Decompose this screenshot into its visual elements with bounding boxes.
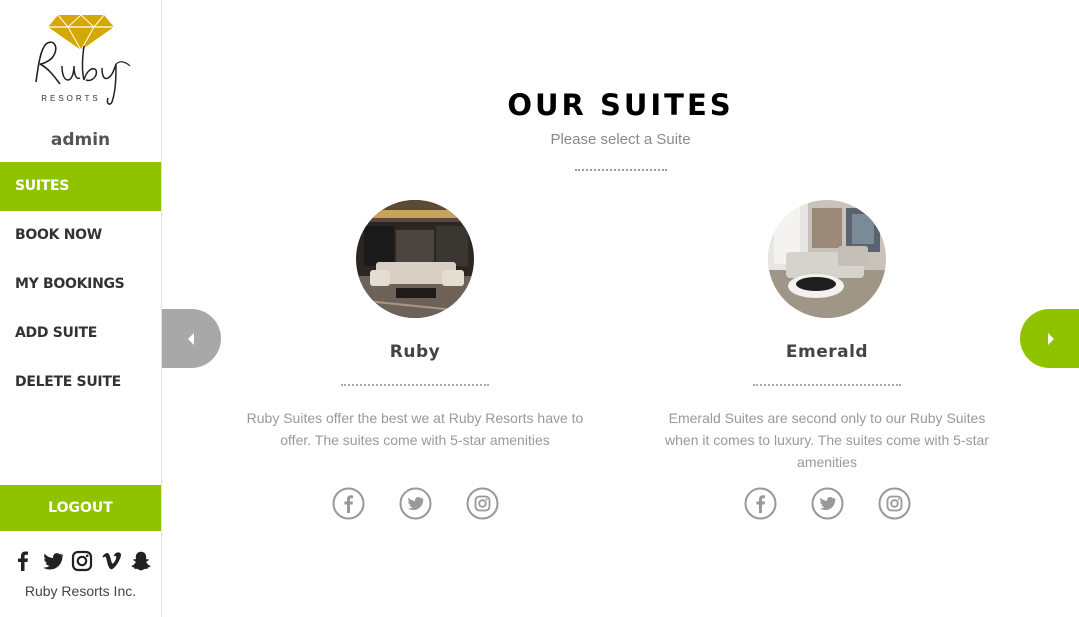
suite-description: Ruby Suites offer the best we at Ruby Re…: [246, 410, 584, 448]
suite-name: Emerald: [785, 342, 869, 362]
ruby-resorts-logo[interactable]: RESORTS: [26, 10, 136, 110]
instagram-icon[interactable]: [466, 487, 499, 520]
twitter-icon[interactable]: [42, 550, 64, 572]
suite-social-links: [245, 487, 585, 520]
suite-divider: [341, 384, 489, 386]
emerald-suite-photo-graphic: [768, 200, 886, 318]
page-title: OUR SUITES: [507, 88, 734, 122]
copyright-text: Ruby Resorts Inc.: [24, 583, 137, 599]
ruby-suite-photo-graphic: [356, 200, 474, 318]
sidebar: RESORTS admin SUITES BOOK NOW MY BOOKING…: [0, 0, 162, 617]
nav-item-suites[interactable]: SUITES: [0, 162, 161, 211]
title-divider: [575, 169, 667, 171]
page-subtitle: Please select a Suite: [550, 131, 691, 148]
suite-description: Emerald Suites are second only to our Ru…: [665, 410, 989, 470]
carousel-next-button[interactable]: [1020, 309, 1079, 368]
twitter-icon[interactable]: [811, 487, 844, 520]
sidebar-social-links: [12, 550, 152, 572]
carousel-prev-button[interactable]: [162, 309, 221, 368]
username-label: admin: [50, 130, 111, 150]
suite-photo[interactable]: [768, 200, 886, 318]
nav-item-my-bookings[interactable]: MY BOOKINGS: [0, 260, 161, 309]
nav-item-book-now[interactable]: BOOK NOW: [0, 211, 161, 260]
caret-left-icon: [188, 333, 194, 345]
twitter-icon[interactable]: [399, 487, 432, 520]
sidebar-nav: SUITES BOOK NOW MY BOOKINGS ADD SUITE DE…: [0, 162, 161, 407]
suite-social-links: [657, 487, 997, 520]
snapchat-icon[interactable]: [130, 550, 152, 572]
nav-item-add-suite[interactable]: ADD SUITE: [0, 309, 161, 358]
suite-name: Ruby: [389, 342, 441, 362]
logout-button[interactable]: LOGOUT: [0, 485, 161, 531]
instagram-icon[interactable]: [878, 487, 911, 520]
vimeo-icon[interactable]: [101, 550, 123, 572]
instagram-icon[interactable]: [71, 550, 93, 572]
suite-divider: [753, 384, 901, 386]
facebook-icon[interactable]: [744, 487, 777, 520]
nav-item-delete-suite[interactable]: DELETE SUITE: [0, 358, 161, 407]
facebook-icon[interactable]: [12, 550, 34, 572]
caret-right-icon: [1048, 333, 1054, 345]
logo-tagline: RESORTS: [41, 94, 101, 103]
suite-photo[interactable]: [356, 200, 474, 318]
facebook-icon[interactable]: [332, 487, 365, 520]
